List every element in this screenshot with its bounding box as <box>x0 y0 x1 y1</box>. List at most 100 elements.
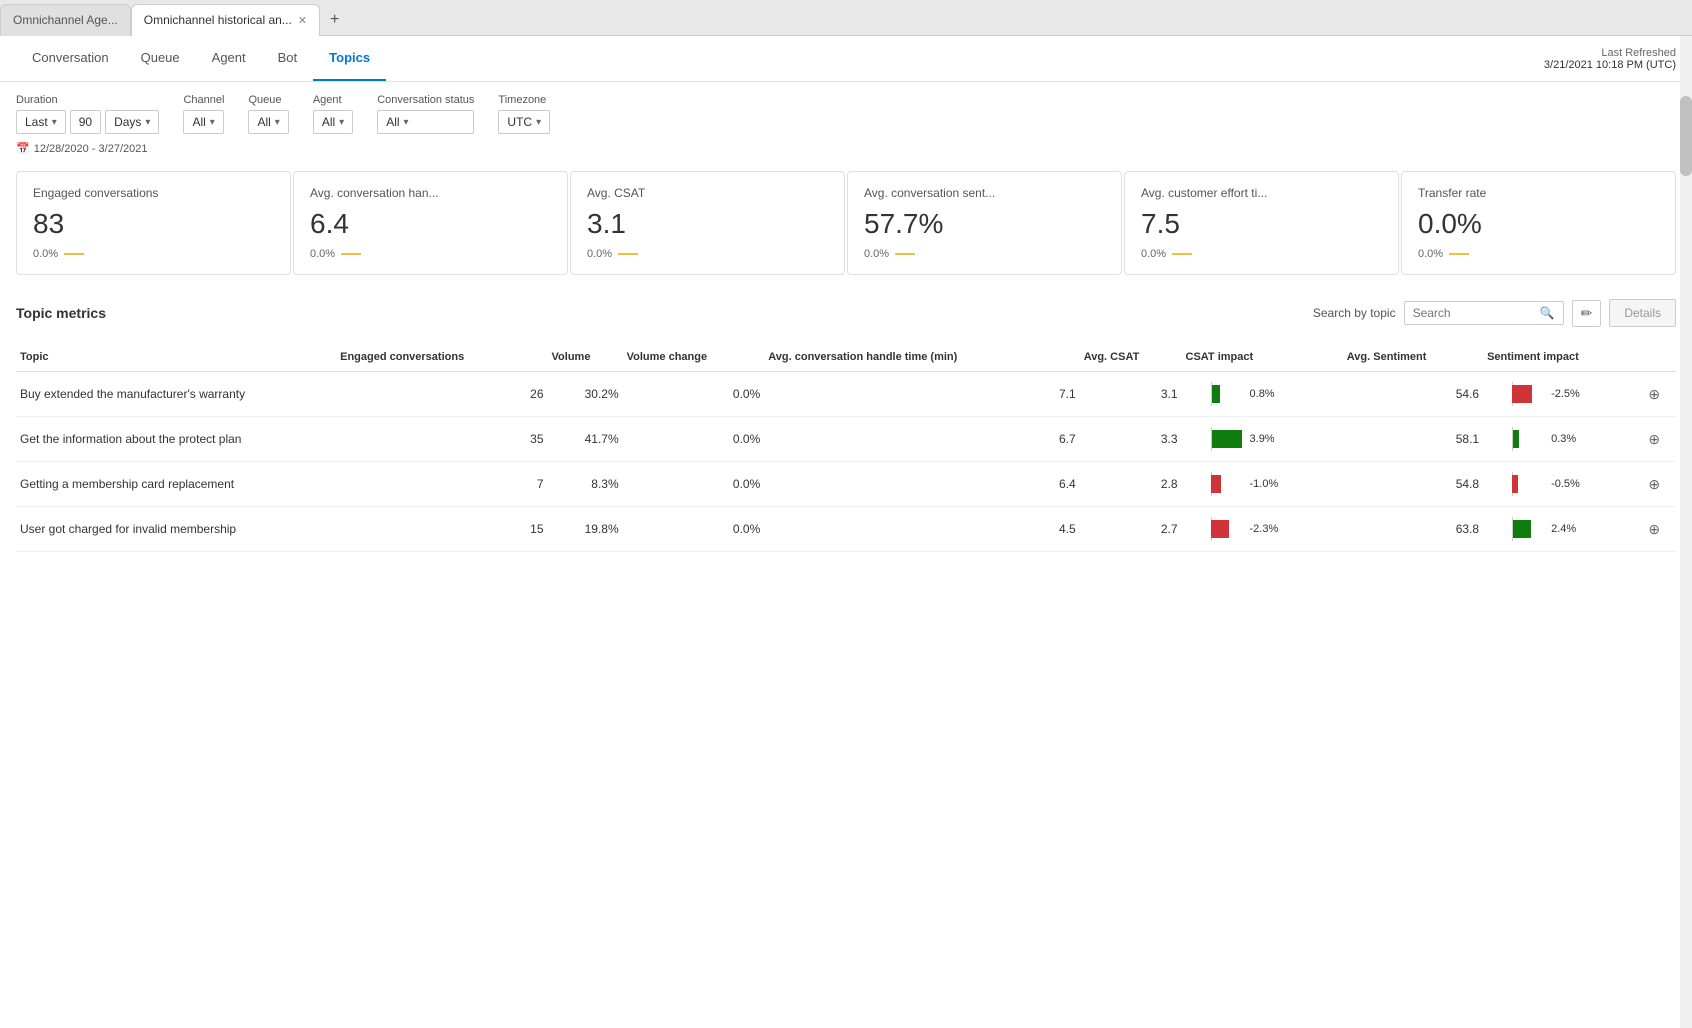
tab-label-2: Omnichannel historical an... <box>144 13 292 27</box>
copy-icon-2[interactable]: ⊕ <box>1644 462 1676 507</box>
table-row: Buy extended the manufacturer's warranty… <box>16 372 1676 417</box>
conv-status-arrow: ▾ <box>404 117 409 128</box>
avg-csat-2: 2.8 <box>1080 462 1182 507</box>
duration-preset-arrow: ▾ <box>52 117 57 128</box>
metric-change-1: 0.0% <box>310 248 551 260</box>
scrollbar-track[interactable] <box>1680 36 1692 1028</box>
search-by-label: Search by topic <box>1313 306 1396 320</box>
metric-change-0: 0.0% <box>33 248 274 260</box>
avg-csat-3: 2.7 <box>1080 507 1182 552</box>
tab-label-1: Omnichannel Age... <box>13 13 118 27</box>
metric-change-3: 0.0% <box>864 248 1105 260</box>
queue-filter: Queue All ▾ <box>248 94 288 134</box>
metric-card-3: Avg. conversation sent... 57.7% 0.0% <box>847 171 1122 275</box>
agent-arrow: ▾ <box>339 117 344 128</box>
metric-value-5: 0.0% <box>1418 208 1659 240</box>
tab-close-icon[interactable]: ✕ <box>298 14 307 27</box>
copy-icon-0[interactable]: ⊕ <box>1644 372 1676 417</box>
topic-name-0: Buy extended the manufacturer's warranty <box>16 372 336 417</box>
search-icon: 🔍 <box>1540 306 1555 320</box>
timezone-value: UTC <box>507 115 532 129</box>
details-button[interactable]: Details <box>1609 299 1676 327</box>
date-range-text: 12/28/2020 - 3/27/2021 <box>34 143 148 155</box>
copy-icon-3[interactable]: ⊕ <box>1644 507 1676 552</box>
nav-bot[interactable]: Bot <box>262 36 314 81</box>
metric-card-0: Engaged conversations 83 0.0% <box>16 171 291 275</box>
col-handle-time: Avg. conversation handle time (min) <box>764 343 1079 372</box>
metric-bar-2 <box>618 253 638 255</box>
conv-status-label: Conversation status <box>377 94 474 106</box>
handle-time-2: 6.4 <box>764 462 1079 507</box>
duration-preset-select[interactable]: Last ▾ <box>16 110 66 134</box>
duration-unit-select[interactable]: Days ▾ <box>105 110 159 134</box>
metric-change-text-4: 0.0% <box>1141 248 1166 260</box>
metric-card-2: Avg. CSAT 3.1 0.0% <box>570 171 845 275</box>
channel-filter: Channel All ▾ <box>183 94 224 134</box>
pencil-button[interactable]: ✏ <box>1572 300 1602 327</box>
conv-status-select[interactable]: All ▾ <box>377 110 474 134</box>
volume-change-0: 0.0% <box>623 372 765 417</box>
nav-conversation[interactable]: Conversation <box>16 36 125 81</box>
volume-0: 30.2% <box>548 372 623 417</box>
metric-value-0: 83 <box>33 208 274 240</box>
channel-select[interactable]: All ▾ <box>183 110 224 134</box>
queue-select[interactable]: All ▾ <box>248 110 288 134</box>
timezone-select[interactable]: UTC ▾ <box>498 110 550 134</box>
nav-queue[interactable]: Queue <box>125 36 196 81</box>
duration-label: Duration <box>16 94 159 106</box>
agent-filter: Agent All ▾ <box>313 94 353 134</box>
tab-inactive[interactable]: Omnichannel Age... <box>0 4 131 36</box>
tab-active[interactable]: Omnichannel historical an... ✕ <box>131 4 320 36</box>
main-content: Conversation Queue Agent Bot Topics Last… <box>0 36 1692 1028</box>
browser-tab-bar: Omnichannel Age... Omnichannel historica… <box>0 0 1692 36</box>
avg-sentiment-2: 54.8 <box>1343 462 1483 507</box>
topic-section: Topic metrics Search by topic 🔍 ✏ Detail… <box>0 287 1692 564</box>
conv-status-filter: Conversation status All ▾ <box>377 94 474 134</box>
search-input[interactable] <box>1413 306 1536 320</box>
col-avg-csat: Avg. CSAT <box>1080 343 1182 372</box>
duration-amount-select[interactable]: 90 <box>70 110 101 134</box>
topic-metrics-title: Topic metrics <box>16 305 106 321</box>
topic-table-body: Buy extended the manufacturer's warranty… <box>16 372 1676 552</box>
csat-impact-1: 3.9% <box>1182 417 1343 462</box>
metric-title-4: Avg. customer effort ti... <box>1141 186 1382 200</box>
csat-impact-0: 0.8% <box>1182 372 1343 417</box>
channel-value: All <box>192 115 205 129</box>
duration-controls: Last ▾ 90 Days ▾ <box>16 110 159 134</box>
copy-icon-1[interactable]: ⊕ <box>1644 417 1676 462</box>
table-row: User got charged for invalid membership … <box>16 507 1676 552</box>
topic-controls: Search by topic 🔍 ✏ Details <box>1313 299 1676 327</box>
table-row: Getting a membership card replacement 7 … <box>16 462 1676 507</box>
nav-links: Conversation Queue Agent Bot Topics <box>16 36 386 81</box>
metric-change-4: 0.0% <box>1141 248 1382 260</box>
metric-change-text-0: 0.0% <box>33 248 58 260</box>
col-sentiment-impact: Sentiment impact <box>1483 343 1644 372</box>
agent-value: All <box>322 115 335 129</box>
scrollbar-thumb[interactable] <box>1680 96 1692 176</box>
date-range: 📅 12/28/2020 - 3/27/2021 <box>0 134 1692 159</box>
engaged-3: 15 <box>336 507 547 552</box>
metric-value-4: 7.5 <box>1141 208 1382 240</box>
handle-time-0: 7.1 <box>764 372 1079 417</box>
topic-name-2: Getting a membership card replacement <box>16 462 336 507</box>
handle-time-1: 6.7 <box>764 417 1079 462</box>
metric-title-0: Engaged conversations <box>33 186 274 200</box>
topic-table: Topic Engaged conversations Volume Volum… <box>16 343 1676 552</box>
conv-status-value: All <box>386 115 399 129</box>
nav-agent[interactable]: Agent <box>196 36 262 81</box>
sentiment-impact-0: -2.5% <box>1483 372 1644 417</box>
timezone-filter: Timezone UTC ▾ <box>498 94 550 134</box>
volume-3: 19.8% <box>548 507 623 552</box>
col-avg-sentiment: Avg. Sentiment <box>1343 343 1483 372</box>
agent-select[interactable]: All ▾ <box>313 110 353 134</box>
metric-title-2: Avg. CSAT <box>587 186 828 200</box>
engaged-1: 35 <box>336 417 547 462</box>
last-refreshed-label: Last Refreshed <box>1544 47 1676 59</box>
nav-topics[interactable]: Topics <box>313 36 386 81</box>
metric-value-3: 57.7% <box>864 208 1105 240</box>
volume-change-2: 0.0% <box>623 462 765 507</box>
col-volume: Volume <box>548 343 623 372</box>
volume-2: 8.3% <box>548 462 623 507</box>
last-refreshed-value: 3/21/2021 10:18 PM (UTC) <box>1544 59 1676 71</box>
add-tab-button[interactable]: + <box>320 7 349 33</box>
